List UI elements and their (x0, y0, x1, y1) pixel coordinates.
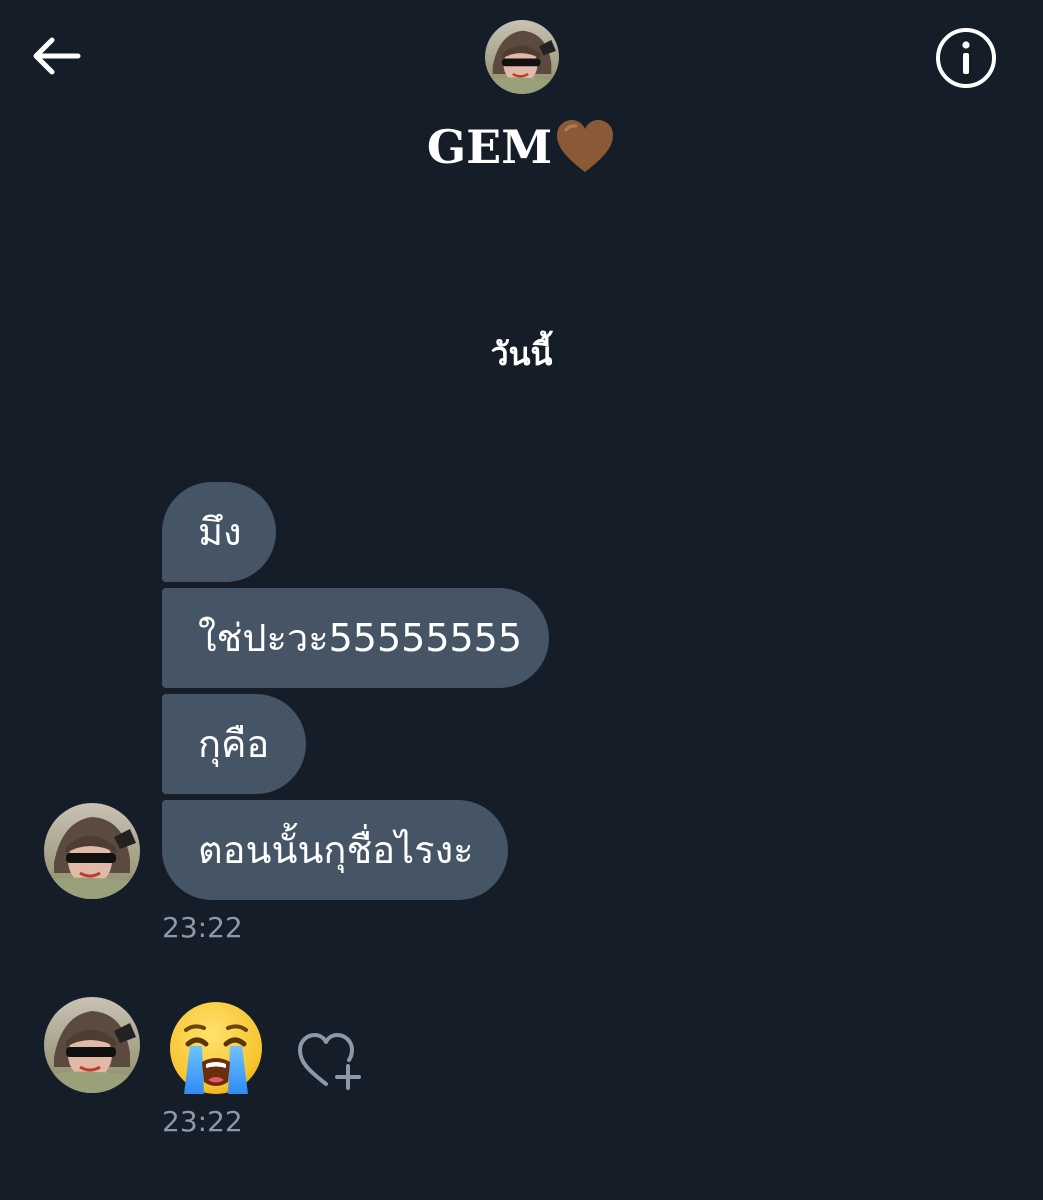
contact-name-heading: GEM (0, 114, 1043, 180)
date-separator: วันนี้ (490, 335, 553, 373)
message-bubble[interactable]: กุคือ (162, 694, 306, 794)
brown-heart-icon (557, 120, 614, 172)
message-bubble[interactable]: ตอนนั้นกุชื่อไรงะ (162, 800, 508, 900)
message-timestamp: 23:22 (162, 911, 243, 944)
info-icon (936, 28, 996, 88)
emoji-message[interactable] (168, 1000, 264, 1096)
sender-avatar[interactable] (44, 997, 140, 1093)
avatar-image (485, 20, 559, 94)
back-button[interactable] (28, 32, 84, 80)
avatar-image (44, 997, 140, 1093)
message-timestamp: 23:22 (162, 1105, 243, 1138)
loudly-crying-face-icon (170, 1002, 262, 1094)
arrow-left-icon (33, 37, 81, 75)
avatar-image (44, 803, 140, 899)
add-reaction-button[interactable] (296, 1030, 366, 1092)
contact-avatar[interactable] (485, 20, 559, 94)
sender-avatar[interactable] (44, 803, 140, 899)
message-bubble[interactable]: มึง (162, 482, 276, 582)
contact-name: GEM (426, 120, 553, 174)
message-bubble[interactable]: ใช่ปะวะ55555555 (162, 588, 549, 688)
conversation-info-button[interactable] (934, 26, 998, 90)
heart-plus-icon (298, 1033, 361, 1090)
